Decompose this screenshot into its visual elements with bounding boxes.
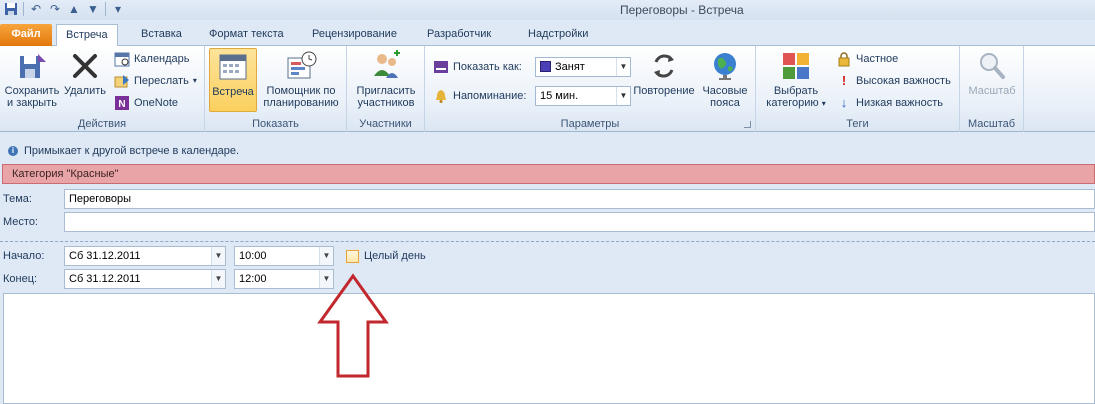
chevron-down-icon: ▼ xyxy=(616,58,630,76)
start-time-picker[interactable]: 10:00 ▼ xyxy=(234,246,334,266)
group-label-options: Параметры xyxy=(560,118,620,130)
invite-attendees-icon xyxy=(374,50,400,78)
svg-text:N: N xyxy=(118,99,125,110)
group-options: Показать как: Занят ▼ Напоминание: 15 ми… xyxy=(425,46,756,132)
reminder-label: Напоминание: xyxy=(433,87,526,105)
annotation-arrow-icon xyxy=(317,273,389,378)
separator xyxy=(0,241,1095,242)
lock-icon xyxy=(838,52,850,67)
show-as-icon xyxy=(434,61,448,73)
save-close-button[interactable]: Сохранить и закрыть xyxy=(2,50,62,109)
delete-icon xyxy=(73,54,97,78)
chevron-down-icon[interactable]: ▼ xyxy=(319,247,333,265)
exclamation-icon: ! xyxy=(841,73,847,88)
all-day-label[interactable]: Целый день xyxy=(364,250,426,262)
subject-input[interactable]: Переговоры xyxy=(64,189,1095,209)
end-label: Конец: xyxy=(3,273,38,285)
group-label-actions: Действия xyxy=(77,118,127,130)
tab-developer[interactable]: Разработчик xyxy=(418,24,500,46)
customize-qat-icon[interactable]: ▾ xyxy=(111,2,125,16)
info-message: Примыкает к другой встрече в календаре. xyxy=(24,145,240,157)
show-as-select[interactable]: Занят ▼ xyxy=(535,57,631,77)
quick-access-toolbar: ↶ ↷ ▲ ▼ ▾ xyxy=(4,2,125,16)
subject-label: Тема: xyxy=(3,193,32,205)
chevron-down-icon: ▾ xyxy=(192,76,197,85)
undo-icon[interactable]: ↶ xyxy=(29,2,43,16)
save-close-icon xyxy=(20,54,46,78)
arrow-up-icon[interactable]: ▲ xyxy=(67,2,81,16)
notes-body-textarea[interactable] xyxy=(3,293,1095,404)
forward-icon xyxy=(114,75,129,88)
group-label-show: Показать xyxy=(252,118,299,130)
chevron-down-icon: ▾ xyxy=(821,99,826,108)
globe-icon xyxy=(714,53,736,80)
info-icon: i xyxy=(8,146,18,156)
private-button[interactable]: Частное xyxy=(836,50,898,68)
magnifier-icon xyxy=(980,53,1005,79)
forward-button[interactable]: Переслать ▾ xyxy=(114,72,197,90)
chevron-down-icon: ▼ xyxy=(616,87,630,105)
redo-icon[interactable]: ↷ xyxy=(48,2,62,16)
delete-button[interactable]: Удалить xyxy=(62,50,108,97)
info-bar: i Примыкает к другой встрече в календаре… xyxy=(0,141,1095,161)
group-actions: Сохранить и закрыть Удалить Календарь Пе… xyxy=(0,46,205,132)
group-show: Встреча Помощник по планированию Показат… xyxy=(205,46,347,132)
arrow-down-icon: ↓ xyxy=(840,95,848,110)
group-attendees: Пригласить участников Участники xyxy=(347,46,425,132)
recurrence-icon xyxy=(654,54,674,78)
bell-icon xyxy=(436,90,446,103)
category-banner: Категория "Красные" xyxy=(2,164,1095,184)
ribbon-tabs: Файл Встреча Вставка Формат текста Рецен… xyxy=(0,20,1095,47)
tab-format-text[interactable]: Формат текста xyxy=(200,24,293,46)
calendar-icon xyxy=(114,52,130,67)
group-label-attendees: Участники xyxy=(359,118,412,130)
recurrence-button[interactable]: Повторение xyxy=(631,50,697,97)
appointment-view-button[interactable]: Встреча xyxy=(209,48,257,112)
reminder-select[interactable]: 15 мин. ▼ xyxy=(535,86,631,106)
busy-swatch xyxy=(540,61,551,72)
qat-separator xyxy=(23,2,24,16)
chevron-down-icon[interactable]: ▼ xyxy=(211,270,225,288)
location-label: Место: xyxy=(3,216,38,228)
appointment-form: Тема: Переговоры Место: Начало: Сб 31.12… xyxy=(0,185,1095,404)
calendar-button[interactable]: Календарь xyxy=(114,50,190,68)
categorize-button[interactable]: Выбрать категорию ▾ xyxy=(758,50,834,110)
tab-appointment[interactable]: Встреча xyxy=(56,24,118,47)
tab-file[interactable]: Файл xyxy=(0,24,52,46)
tab-review[interactable]: Рецензирование xyxy=(303,24,406,46)
all-day-checkbox[interactable] xyxy=(346,250,359,263)
tab-addins[interactable]: Надстройки xyxy=(519,24,597,46)
invite-attendees-button[interactable]: Пригласить участников xyxy=(351,50,421,109)
appointment-icon xyxy=(219,54,247,80)
title-bar: ↶ ↷ ▲ ▼ ▾ Переговоры - Встреча xyxy=(0,0,1095,20)
group-label-zoom: Масштаб xyxy=(967,118,1016,130)
group-label-tags: Теги xyxy=(846,118,869,130)
location-input[interactable] xyxy=(64,212,1095,232)
group-zoom: Масштаб Масштаб xyxy=(960,46,1024,132)
group-tags: Выбрать категорию ▾ Частное ! Высокая ва… xyxy=(756,46,960,132)
window-title: Переговоры - Встреча xyxy=(620,3,744,17)
low-importance-button[interactable]: ↓ Низкая важность xyxy=(836,94,943,112)
onenote-button[interactable]: N OneNote xyxy=(114,94,178,112)
start-date-picker[interactable]: Сб 31.12.2011 ▼ xyxy=(64,246,226,266)
chevron-down-icon[interactable]: ▼ xyxy=(211,247,225,265)
show-as-label: Показать как: xyxy=(433,58,522,76)
end-date-picker[interactable]: Сб 31.12.2011 ▼ xyxy=(64,269,226,289)
tab-insert[interactable]: Вставка xyxy=(132,24,191,46)
onenote-icon: N xyxy=(115,96,129,110)
high-importance-button[interactable]: ! Высокая важность xyxy=(836,72,951,90)
zoom-button[interactable]: Масштаб xyxy=(964,50,1020,97)
arrow-down-icon[interactable]: ▼ xyxy=(86,2,100,16)
scheduling-icon xyxy=(287,51,317,79)
qat-separator xyxy=(105,2,106,16)
ribbon: Сохранить и закрыть Удалить Календарь Пе… xyxy=(0,46,1095,132)
save-icon[interactable] xyxy=(4,2,18,16)
timezones-button[interactable]: Часовые пояса xyxy=(697,50,753,109)
scheduling-assistant-button[interactable]: Помощник по планированию xyxy=(259,50,343,109)
categorize-icon xyxy=(783,53,809,79)
start-label: Начало: xyxy=(3,250,45,262)
dialog-launcher-icon[interactable] xyxy=(744,121,751,128)
